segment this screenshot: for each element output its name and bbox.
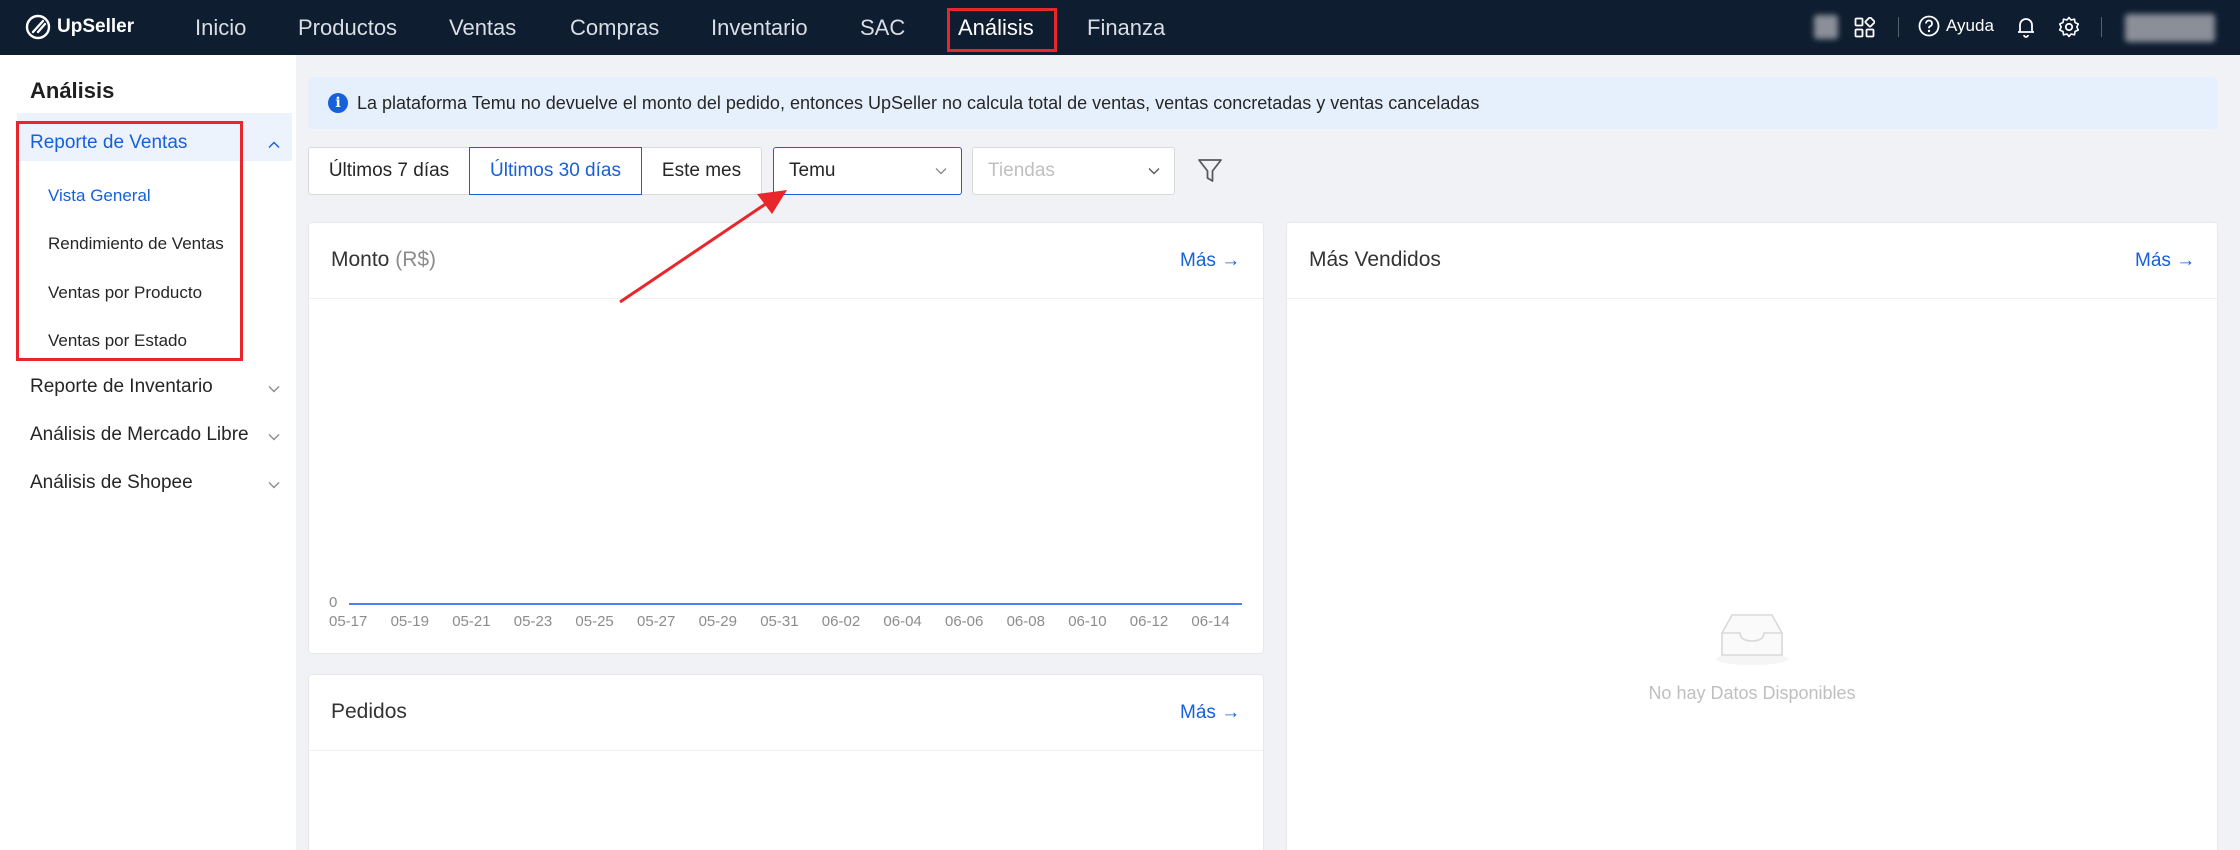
platform-select[interactable]: Temu [773,147,962,195]
apps-grid-icon[interactable] [1854,17,1875,38]
help-label: Ayuda [1946,16,1994,35]
nav-finanza[interactable]: Finanza [1087,12,1165,43]
empty-state-text: No hay Datos Disponibles [1648,683,1856,703]
sidebar-group-analisis-shopee[interactable]: Análisis de Shopee [30,472,193,494]
range-this-month-button[interactable]: Este mes [641,147,762,195]
arrow-right-icon: → [2176,250,2196,271]
help-button[interactable]: Ayuda [1918,15,1994,37]
x-tick-label: 05-31 [760,613,799,630]
bell-icon[interactable] [2016,16,2036,38]
best-sellers-title: Más Vendidos [1309,248,1441,271]
chevron-up-icon[interactable] [268,139,280,151]
amount-card-header: Monto (R$) Más → [309,223,1263,299]
platform-select-value: Temu [789,160,836,181]
x-tick-label: 06-04 [883,613,922,630]
x-tick-label: 05-17 [329,613,368,630]
best-sellers-card: Más Vendidos Más → [1286,222,2218,850]
arrow-right-icon: → [1221,250,1241,271]
divider [1898,17,1899,37]
amount-card-title: Monto (R$) [331,248,436,272]
orders-more-label: Más [1180,702,1216,723]
range-last-7-days-button[interactable]: Últimos 7 días [308,147,470,195]
amount-unit: (R$) [395,248,437,271]
orders-card: Pedidos Más → [308,674,1264,850]
best-sellers-more-label: Más [2135,250,2171,271]
amount-card: Monto (R$) Más → [308,222,1264,654]
nav-analisis-highlight-box [947,8,1057,52]
amount-more-link[interactable]: Más → [1180,250,1240,272]
x-tick-label: 05-27 [637,613,676,630]
brand-name: UpSeller [57,16,135,37]
divider [2101,17,2102,37]
amount-title-text: Monto [331,248,390,271]
x-tick-label: 06-08 [1006,613,1045,630]
stores-select[interactable]: Tiendas [972,147,1175,195]
chevron-down-icon[interactable] [268,383,280,395]
filter-icon[interactable] [1197,157,1223,185]
nav-ventas[interactable]: Ventas [449,12,516,43]
amount-more-label: Más [1180,250,1216,271]
info-banner: i La plataforma Temu no devuelve el mont… [308,77,2218,129]
stores-select-placeholder: Tiendas [988,160,1055,181]
nav-compras[interactable]: Compras [570,12,659,43]
nav-sac[interactable]: SAC [860,12,905,43]
range-last-30-days-button[interactable]: Últimos 30 días [469,147,642,195]
info-banner-text: La plataforma Temu no devuelve el monto … [357,92,1480,113]
nav-productos[interactable]: Productos [298,12,397,43]
sidebar-group-reporte-de-inventario[interactable]: Reporte de Inventario [30,376,213,398]
orders-card-header: Pedidos Más → [309,675,1263,751]
upseller-logo-icon [25,14,51,40]
nav-inicio[interactable]: Inicio [195,12,246,43]
x-tick-label: 06-12 [1129,613,1169,630]
sales-report-highlight-box [16,121,243,361]
chevron-down-icon[interactable] [268,479,280,491]
orders-more-link[interactable]: Más → [1180,702,1240,724]
orders-title: Pedidos [331,700,407,723]
empty-inbox-icon [1716,614,1788,665]
brand-logo[interactable]: UpSeller [24,13,134,41]
help-circle-icon [1918,15,1940,37]
sidebar-title: Análisis [30,78,115,103]
best-sellers-card-header: Más Vendidos Más → [1287,223,2217,299]
x-tick-label: 06-10 [1068,613,1107,630]
chevron-down-icon [1148,168,1160,175]
info-icon: i [328,93,348,113]
x-tick-label: 06-14 [1191,613,1230,630]
best-sellers-more-link[interactable]: Más → [2135,250,2195,272]
chevron-down-icon[interactable] [268,431,280,443]
gear-icon[interactable] [2058,16,2080,38]
x-tick-label: 06-06 [945,613,984,630]
series-line [349,603,1242,605]
blurred-account-icon[interactable] [1814,15,1838,39]
x-tick-label: 05-19 [390,613,429,630]
y-tick-label: 0 [329,594,338,611]
sidebar-group-analisis-mercado-libre[interactable]: Análisis de Mercado Libre [30,424,249,446]
x-tick-label: 05-23 [513,613,553,630]
chevron-down-icon [935,168,947,175]
x-tick-label: 05-25 [575,613,614,630]
blurred-user-menu[interactable] [2125,14,2215,42]
x-tick-label: 05-29 [698,613,737,630]
nav-inventario[interactable]: Inventario [711,12,808,43]
top-navigation-bar: UpSeller Inicio Productos Ventas Compras… [0,0,2240,55]
x-tick-label: 06-02 [821,613,861,630]
arrow-right-icon: → [1221,702,1241,723]
x-tick-label: 05-21 [452,613,491,630]
